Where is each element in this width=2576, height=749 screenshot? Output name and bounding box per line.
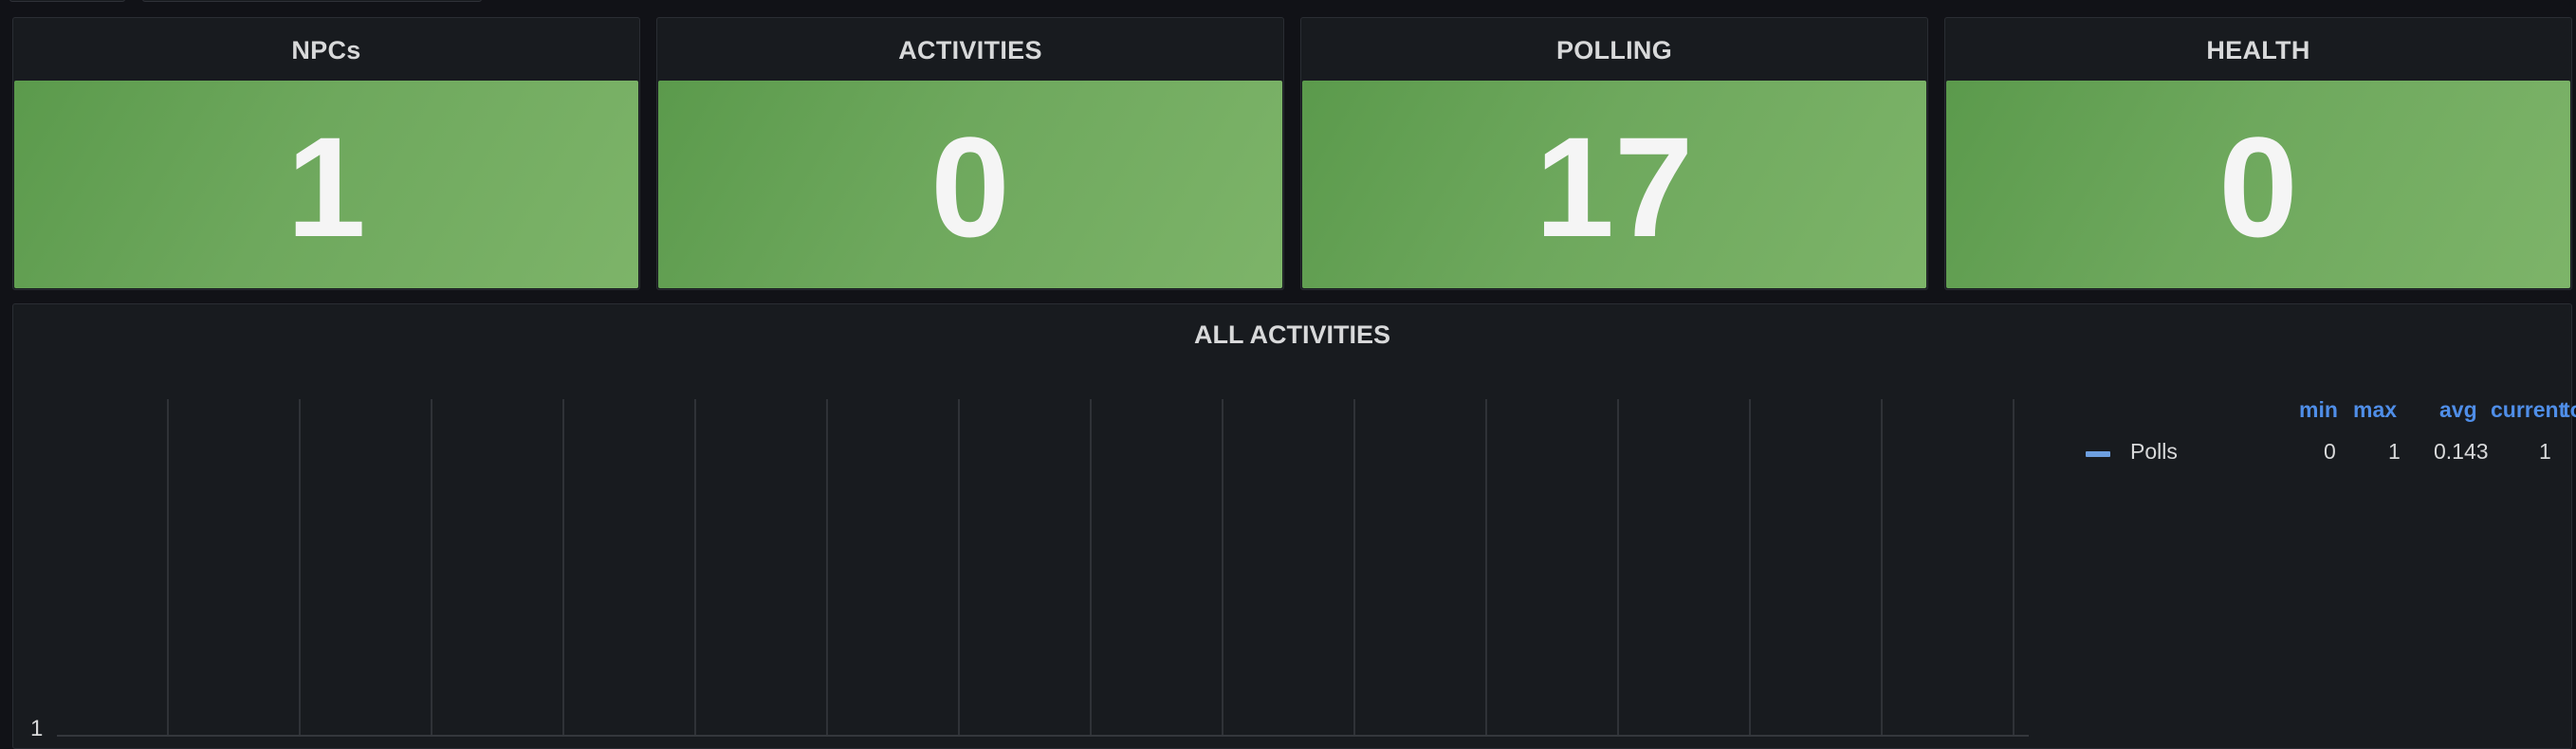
panel-title[interactable]: ACTIVITIES	[657, 34, 1283, 66]
stat-box: 1	[14, 81, 638, 288]
stat-value: 0	[2218, 106, 2298, 266]
panel-title[interactable]: ALL ACTIVITIES	[13, 319, 2571, 351]
legend-header-avg[interactable]: avg	[2439, 397, 2477, 426]
top-controls	[0, 0, 493, 15]
legend-value-min: 0	[2324, 439, 2336, 464]
stat-panel-npcs[interactable]: NPCs 1	[12, 17, 640, 290]
panel-title[interactable]: HEALTH	[1945, 34, 2571, 66]
stat-box: 0	[1946, 81, 2570, 288]
legend-series-name[interactable]: Polls	[2130, 439, 2178, 465]
legend-header-min[interactable]: min	[2299, 397, 2338, 426]
panel-title[interactable]: NPCs	[13, 34, 639, 66]
series-color-swatch[interactable]	[2086, 451, 2110, 457]
legend-header-total[interactable]: total	[2563, 397, 2576, 426]
stat-value: 17	[1535, 106, 1694, 266]
stat-value: 1	[286, 106, 366, 266]
legend-value-max: 1	[2388, 439, 2401, 464]
legend-header-current[interactable]: current	[2491, 397, 2566, 426]
stat-box: 0	[658, 81, 1282, 288]
stat-value: 0	[930, 106, 1010, 266]
y-axis-tick-label: 1	[30, 716, 44, 741]
legend-value-current: 1	[2539, 439, 2551, 464]
stat-panel-health[interactable]: HEALTH 0	[1944, 17, 2572, 290]
panel-title[interactable]: POLLING	[1301, 34, 1927, 66]
graph-panel-all-activities[interactable]: ALL ACTIVITIES 1 min max avg current t P…	[12, 303, 2576, 749]
stat-box: 17	[1302, 81, 1926, 288]
legend-header-max[interactable]: max	[2353, 397, 2397, 426]
plot-area[interactable]	[13, 399, 2033, 740]
graph-grid	[57, 399, 2029, 737]
stat-panel-activities[interactable]: ACTIVITIES 0	[656, 17, 1284, 290]
top-control-left[interactable]	[9, 0, 125, 2]
top-control-right[interactable]	[142, 0, 482, 2]
stat-panel-polling[interactable]: POLLING 17	[1300, 17, 1928, 290]
legend-value-avg: 0.143	[2434, 439, 2489, 464]
